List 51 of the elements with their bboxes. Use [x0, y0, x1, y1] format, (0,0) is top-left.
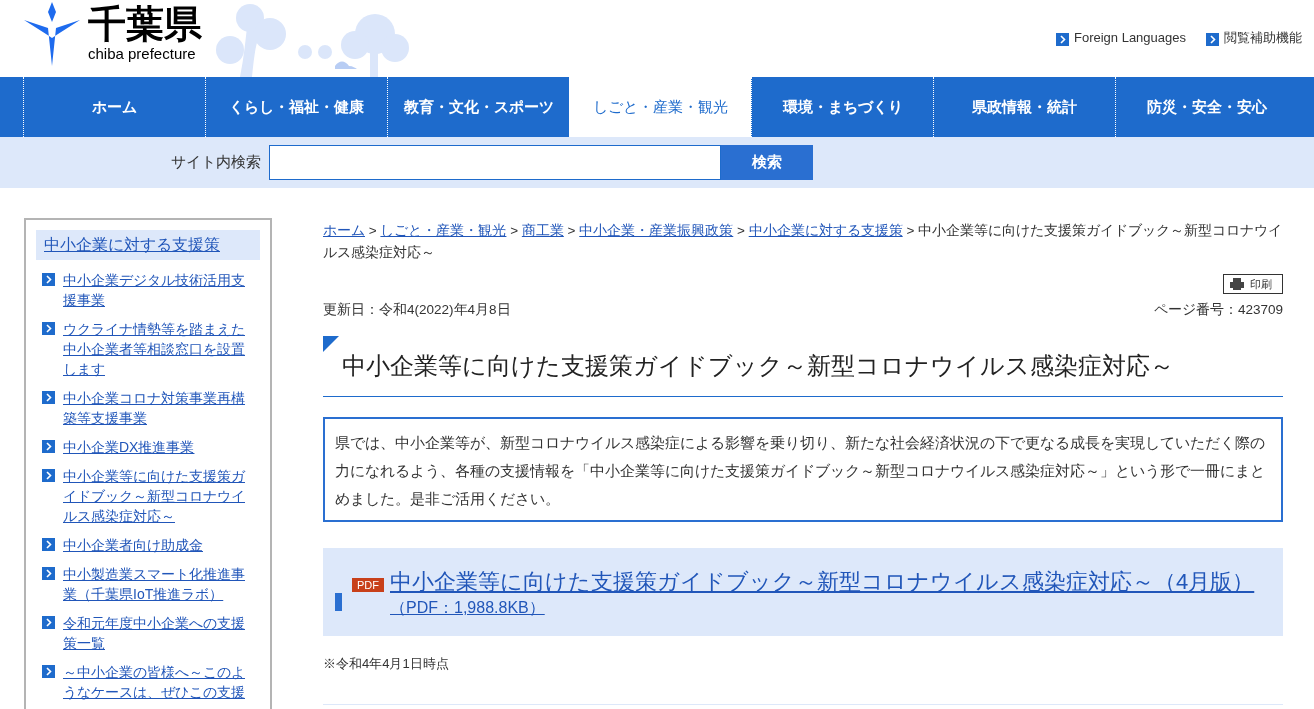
chevron-icon — [42, 322, 55, 335]
breadcrumb-link[interactable]: 中小企業・産業振興政策 — [579, 223, 734, 238]
breadcrumb-separator: > — [510, 223, 519, 238]
chevron-icon — [42, 538, 55, 551]
breadcrumb-separator: > — [906, 223, 915, 238]
chevron-icon — [42, 469, 55, 482]
page-number: ページ番号：423709 — [1153, 301, 1283, 319]
sidebar-link[interactable]: 中小製造業スマート化推進事業（千葉県IoT推進ラボ） — [63, 564, 245, 604]
chevron-icon — [42, 440, 55, 453]
marker-bar-icon — [335, 593, 342, 612]
pdf-badge: PDF — [352, 578, 384, 593]
logo-subtitle: chiba prefecture — [88, 46, 197, 62]
sidebar-title[interactable]: 中小企業に対する支援策 — [36, 230, 260, 260]
sidebar-link[interactable]: ～中小企業の皆様へ～このようなケースは、ぜひこの支援 — [63, 662, 245, 702]
breadcrumb-separator: > — [737, 223, 745, 238]
sidebar-link[interactable]: 令和元年度中小企業への支援策一覧 — [63, 613, 245, 653]
intro-paragraph: 県では、中小企業等が、新型コロナウイルス感染症による影響を乗り切り、新たな社会経済状況の下で更なる成長を実現していただく際の力になれるよう、各種の支援情報を「中小企業等に向けた支援策ガイドブック～新型コロナウイルス感染症対応～」という形で一冊にまとめました。是非ご活用ください。 — [323, 417, 1283, 523]
search-label: サイト内検索 — [171, 152, 261, 173]
updated-date: 更新日：令和4(2022)年4月8日 — [323, 301, 511, 319]
sidebar-link[interactable]: 中小企業デジタル技術活用支援事業 — [63, 270, 245, 310]
search-button[interactable]: 検索 — [721, 145, 813, 180]
breadcrumb-separator: > — [368, 223, 377, 238]
sidebar-link[interactable]: 中小企業等に向けた支援策ガイドブック～新型コロナウイルス感染症対応～ — [63, 466, 245, 526]
corner-mark-icon — [323, 336, 339, 353]
sidebar-link[interactable]: 中小企業者向け助成金 — [63, 535, 245, 555]
sidebar-link[interactable]: 中小企業コロナ対策事業再構築等支援事業 — [63, 388, 245, 428]
header-link[interactable]: Foreign Languages — [1055, 28, 1186, 48]
chevron-icon — [42, 391, 55, 404]
header-link[interactable]: 閲覧補助機能 — [1206, 28, 1302, 48]
breadcrumb-separator: > — [567, 223, 576, 238]
note-text: ※令和4年4月1日時点 — [323, 655, 450, 674]
chevron-icon — [42, 665, 55, 678]
file-size-link[interactable]: （PDF：1,988.8KB） — [390, 598, 545, 619]
page-title: 中小企業等に向けた支援策ガイドブック～新型コロナウイルス感染症対応～ — [341, 351, 1174, 382]
chevron-icon — [1206, 32, 1219, 46]
chevron-icon — [1055, 32, 1069, 46]
sidebar-link[interactable]: 中小企業DX推進事業 — [63, 437, 245, 457]
chevron-icon — [42, 273, 55, 286]
chevron-icon — [42, 616, 55, 629]
search-field[interactable] — [269, 145, 721, 180]
chevron-icon — [42, 567, 55, 580]
breadcrumb-link[interactable]: しごと・産業・観光 — [380, 223, 507, 238]
breadcrumb-link[interactable]: 商工業 — [521, 223, 564, 238]
nav-tab[interactable]: しごと・産業・観光 — [569, 77, 751, 137]
print-button[interactable]: 印刷 — [1223, 274, 1283, 294]
breadcrumb: ホーム > しごと・産業・観光 > 商工業 > 中小企業・産業振興政策 > 中小企業に対する支援策 > 中小企業等に向けた支援策ガイドブック～新型コロナウイルス感染症対応～ — [323, 222, 1283, 262]
breadcrumb-link[interactable]: 中小企業に対する支援策 — [748, 223, 903, 238]
breadcrumb-link[interactable]: ホーム — [323, 223, 365, 238]
sidebar-link[interactable]: ウクライナ情勢等を踏まえた中小企業者等相談窓口を設置します — [63, 319, 245, 379]
logo-title: 千葉県 — [88, 2, 202, 46]
download-link[interactable]: 中小企業等に向けた支援策ガイドブック～新型コロナウイルス感染症対応～（4月版） — [390, 566, 1255, 599]
